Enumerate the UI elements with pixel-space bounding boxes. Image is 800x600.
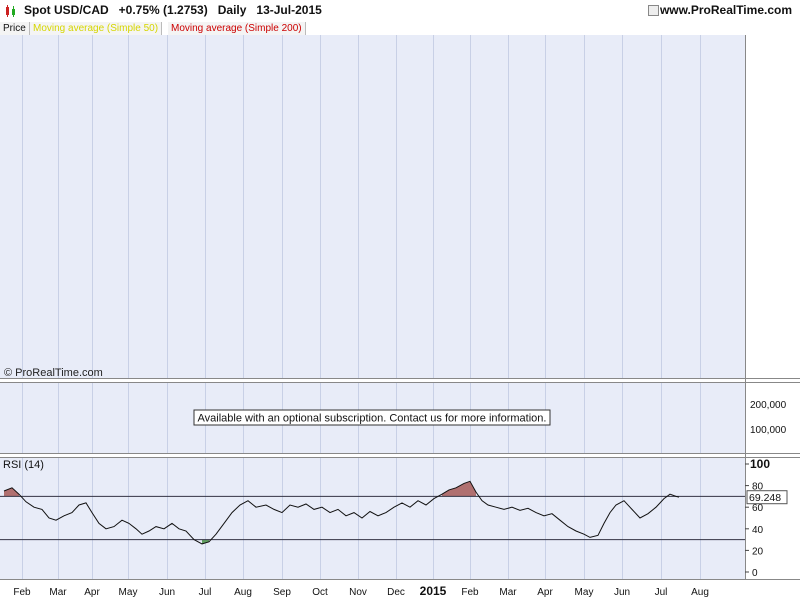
x-tick-label: May bbox=[119, 587, 138, 598]
volume-tick-label: 200,000 bbox=[750, 400, 787, 411]
x-tick-label: Mar bbox=[49, 587, 67, 598]
rsi-label: RSI (14) bbox=[3, 459, 44, 471]
rsi-overbought-fill bbox=[442, 481, 476, 497]
subscription-notice-box bbox=[193, 409, 551, 426]
x-tick-label: May bbox=[575, 587, 594, 598]
chart-canvas: 1.041.061.081.11.121.141.161.181.21.221.… bbox=[0, 35, 800, 598]
x-tick-label: Dec bbox=[387, 587, 405, 598]
rsi-overbought-fill bbox=[4, 487, 19, 497]
site-link[interactable]: www.ProRealTime.com bbox=[660, 3, 792, 17]
rsi-tick-label: 40 bbox=[752, 525, 764, 536]
rsi-panel bbox=[0, 457, 745, 579]
rsi-tick-label: 60 bbox=[752, 503, 764, 514]
rsi-tick-label: 20 bbox=[752, 546, 764, 557]
legend-sma200[interactable]: Moving average (Simple 200) bbox=[168, 22, 306, 35]
price-panel bbox=[0, 35, 745, 378]
x-tick-label: Sep bbox=[273, 587, 291, 598]
legend-sma50[interactable]: Moving average (Simple 50) bbox=[30, 22, 163, 35]
watermark: © ProRealTime.com bbox=[4, 367, 103, 379]
x-tick-label: Jun bbox=[159, 587, 175, 598]
x-tick-label: Mar bbox=[499, 587, 517, 598]
rsi-tick-label: 0 bbox=[752, 568, 758, 579]
legend-price[interactable]: Price bbox=[0, 22, 30, 35]
window-mode-icon[interactable] bbox=[648, 5, 659, 16]
x-tick-label: Apr bbox=[537, 587, 553, 598]
volume-tick-label: 100,000 bbox=[750, 425, 787, 436]
x-tick-label: Aug bbox=[691, 587, 709, 598]
x-tick-label: Aug bbox=[234, 587, 252, 598]
rsi-axis: 0 20 40 60 80 100 69.248 bbox=[745, 457, 788, 579]
rsi-tick-label: 100 bbox=[750, 457, 770, 471]
x-tick-label: Jul bbox=[655, 587, 668, 598]
rsi-tick-label: 80 bbox=[752, 482, 764, 493]
x-tick-label: Apr bbox=[84, 587, 100, 598]
rsi-line bbox=[0, 480, 745, 545]
chart-title: Spot USD/CAD +0.75% (1.2753) Daily 13-Ju… bbox=[24, 3, 322, 17]
x-tick-label: Jul bbox=[199, 587, 212, 598]
x-tick-label: 2015 bbox=[420, 584, 447, 598]
x-tick-label: Oct bbox=[312, 587, 328, 598]
volume-panel bbox=[0, 382, 745, 453]
rsi-value-badge bbox=[746, 490, 788, 505]
candlestick-icon bbox=[6, 5, 15, 17]
grid bbox=[22, 35, 701, 579]
x-tick-label: Nov bbox=[349, 587, 367, 598]
title-bar: Spot USD/CAD +0.75% (1.2753) Daily 13-Ju… bbox=[0, 0, 800, 22]
x-tick-label: Feb bbox=[13, 587, 31, 598]
rsi-value-label: 69.248 bbox=[749, 492, 781, 504]
rsi-oversold-fill bbox=[202, 539, 209, 544]
volume-axis: 200,000 100,000 bbox=[750, 400, 787, 436]
time-axis: Feb Mar Apr May Jun Jul Aug Sep Oct Nov Dec 2015 Feb… bbox=[13, 584, 709, 598]
x-tick-label: Feb bbox=[461, 587, 479, 598]
x-tick-label: Jun bbox=[614, 587, 630, 598]
subscription-notice: Available with an optional subscription.… bbox=[198, 413, 547, 425]
rsi-path bbox=[3, 480, 680, 545]
